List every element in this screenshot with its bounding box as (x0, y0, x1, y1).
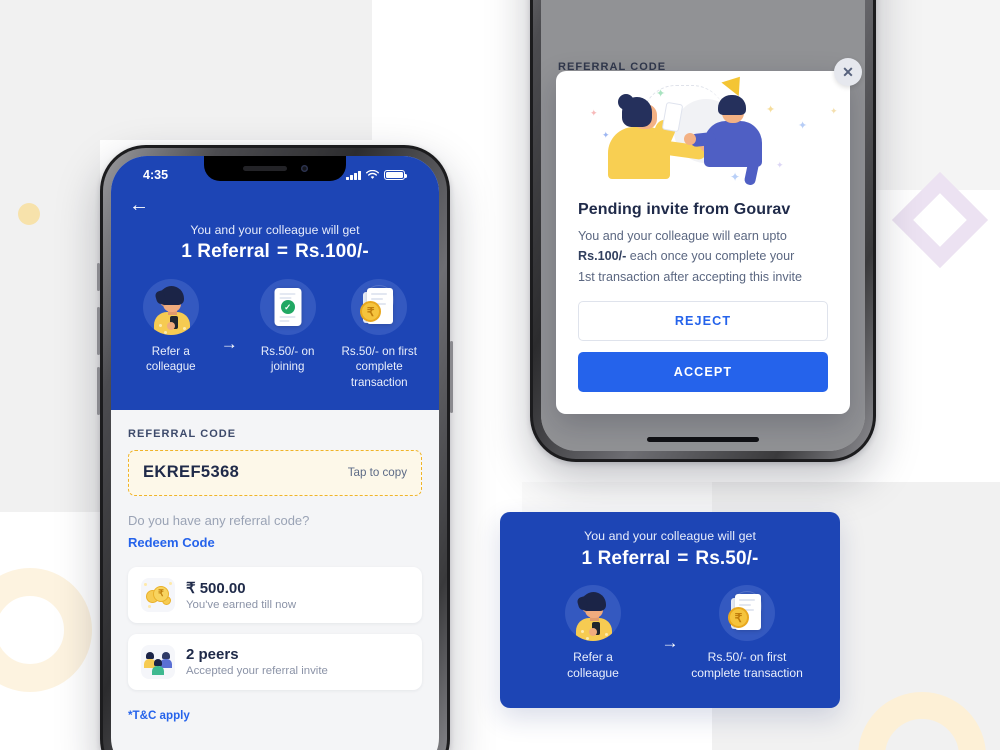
phone-device-left: 4:35 ← You and your colleague will get 1… (97, 145, 453, 750)
redeem-code-link[interactable]: Redeem Code (128, 535, 422, 550)
person-referrer-icon (565, 585, 621, 641)
step-label: Refer a colleague (146, 344, 196, 375)
arrow-right-icon: → (220, 333, 238, 353)
promo-subtitle: You and your colleague will get (584, 529, 756, 543)
promo-step-label-line1: Refer a (573, 650, 613, 664)
phone-notch (204, 156, 346, 181)
hero-amount-right: Rs.100/- (295, 241, 369, 262)
phone-screen-left: 4:35 ← You and your colleague will get 1… (111, 156, 439, 750)
front-camera-icon (300, 165, 308, 172)
phone-check-icon: ✓ (259, 279, 316, 335)
phone-screen-right: REFERRAL CODE EKREF5368 Tap to copy ✕ ✦ … (541, 0, 865, 451)
wifi-icon (366, 170, 379, 179)
paper-plane-icon (721, 69, 749, 97)
modal-title: Pending invite from Gourav (578, 201, 791, 218)
background-panel-left-column (0, 140, 100, 512)
mockup-stage: REFERRAL CODE EKREF5368 Tap to copy ✕ ✦ … (0, 0, 1000, 750)
accept-button[interactable]: ACCEPT (578, 352, 828, 393)
promo-step-refer-colleague: Refer a colleague (529, 585, 657, 682)
step-label-line1: Rs.50/- on (260, 345, 315, 358)
promo-step-label: Refer a colleague (567, 650, 619, 682)
step-label: Rs.50/- on joining (261, 344, 315, 375)
phone-device-right: REFERRAL CODE EKREF5368 Tap to copy ✕ ✦ … (530, 0, 876, 462)
invite-illustration: ✦ ✦ ✦ ✦ ✦ ✦ ✦ ✦ (578, 69, 838, 195)
peers-card[interactable]: 2 peers Accepted your referral invite (128, 633, 422, 690)
referral-content: REFERRAL CODE EKREF5368 Tap to copy Do y… (111, 410, 439, 722)
promo-amount-left: 1 Referral (581, 548, 671, 569)
step-joining-bonus: ✓ Rs.50/- on joining (242, 279, 334, 375)
decorative-ring-left-icon (0, 568, 92, 692)
step-label-line2: complete transaction (350, 360, 408, 389)
step-label-line2: joining (270, 360, 305, 374)
promo-step-label-line1: Rs.50/- on first (707, 650, 787, 664)
person-referrer-icon (142, 279, 199, 335)
promo-steps: Refer a colleague → ₹ Rs.50/- on first c… (512, 585, 828, 682)
promo-equals: = (677, 548, 689, 569)
coins-rupee-icon: ₹ (141, 577, 175, 612)
promo-step-label: Rs.50/- on first complete transaction (691, 650, 803, 682)
promo-step-label-line2: complete transaction (691, 665, 803, 680)
modal-desc-line2: each once you complete your (626, 249, 795, 264)
tap-to-copy-hint[interactable]: Tap to copy (348, 466, 407, 479)
promo-step-label-line2: colleague (567, 665, 619, 680)
signal-bars-icon (346, 170, 361, 180)
referral-code-value: EKREF5368 (143, 463, 240, 482)
volume-down-button[interactable] (97, 367, 100, 415)
modal-description: You and your colleague will earn upto Rs… (578, 226, 828, 287)
volume-up-button[interactable] (97, 307, 100, 355)
arrow-right-icon: → (661, 632, 679, 652)
modal-desc-line3: 1st transaction after accepting this inv… (578, 269, 803, 284)
battery-full-icon (384, 169, 408, 181)
receipt-rupee-coin-icon: ₹ (351, 279, 408, 335)
hero-title: 1 Referral = Rs.100/- (125, 241, 425, 263)
referral-code-box[interactable]: EKREF5368 Tap to copy (128, 449, 422, 496)
peers-group-icon (141, 644, 175, 679)
mute-switch[interactable] (97, 263, 100, 291)
home-indicator[interactable] (647, 437, 759, 442)
peers-subtitle: Accepted your referral invite (186, 665, 328, 678)
terms-and-conditions-link[interactable]: *T&C apply (128, 709, 422, 722)
earnings-subtitle: You've earned till now (186, 598, 297, 611)
step-first-transaction: ₹ Rs.50/- on first complete transaction (333, 279, 425, 390)
hero-subtitle: You and your colleague will get (190, 223, 360, 237)
receipt-rupee-coin-icon: ₹ (719, 585, 775, 641)
step-label-line1: Rs.50/- on first (341, 345, 417, 358)
close-icon[interactable]: ✕ (834, 58, 862, 86)
background-panel-top-left (0, 0, 372, 140)
peers-count: 2 peers (186, 646, 239, 664)
hero-amount-left: 1 Referral (181, 241, 270, 262)
earnings-amount: ₹ 500.00 (186, 579, 246, 597)
speaker-icon (242, 166, 287, 171)
promo-title: 1 Referral = Rs.50/- (512, 548, 828, 570)
decorative-dot-icon (18, 203, 40, 225)
reject-button[interactable]: REJECT (578, 301, 828, 342)
status-time: 4:35 (143, 168, 169, 182)
promo-step-first-transaction: ₹ Rs.50/- on first complete transaction (683, 585, 811, 682)
hero-equals: = (276, 241, 289, 262)
power-button[interactable] (450, 341, 453, 413)
promo-amount-right: Rs.50/- (695, 548, 759, 569)
step-refer-colleague: Refer a colleague (125, 279, 217, 375)
earnings-card[interactable]: ₹ ₹ 500.00 You've earned till now (128, 566, 422, 623)
referral-steps: Refer a colleague → ✓ Rs.50/- on joining… (125, 279, 425, 390)
step-label: Rs.50/- on first complete transaction (333, 344, 425, 390)
modal-desc-line1: You and your colleague will earn upto (578, 229, 787, 243)
step-label-line2: colleague (145, 360, 196, 374)
modal-desc-amount: Rs.100/- (578, 249, 627, 264)
referral-code-caption: REFERRAL CODE (128, 427, 237, 440)
redeem-question: Do you have any referral code? (128, 512, 310, 528)
referral-hero-banner: 4:35 ← You and your colleague will get 1… (111, 156, 439, 410)
step-label-line1: Refer a (151, 345, 190, 358)
referral-promo-card: You and your colleague will get 1 Referr… (500, 512, 840, 708)
pending-invite-modal: ✕ ✦ ✦ ✦ ✦ ✦ ✦ ✦ ✦ Pending invite from Go… (556, 58, 862, 415)
back-arrow-icon[interactable]: ← (129, 194, 155, 216)
